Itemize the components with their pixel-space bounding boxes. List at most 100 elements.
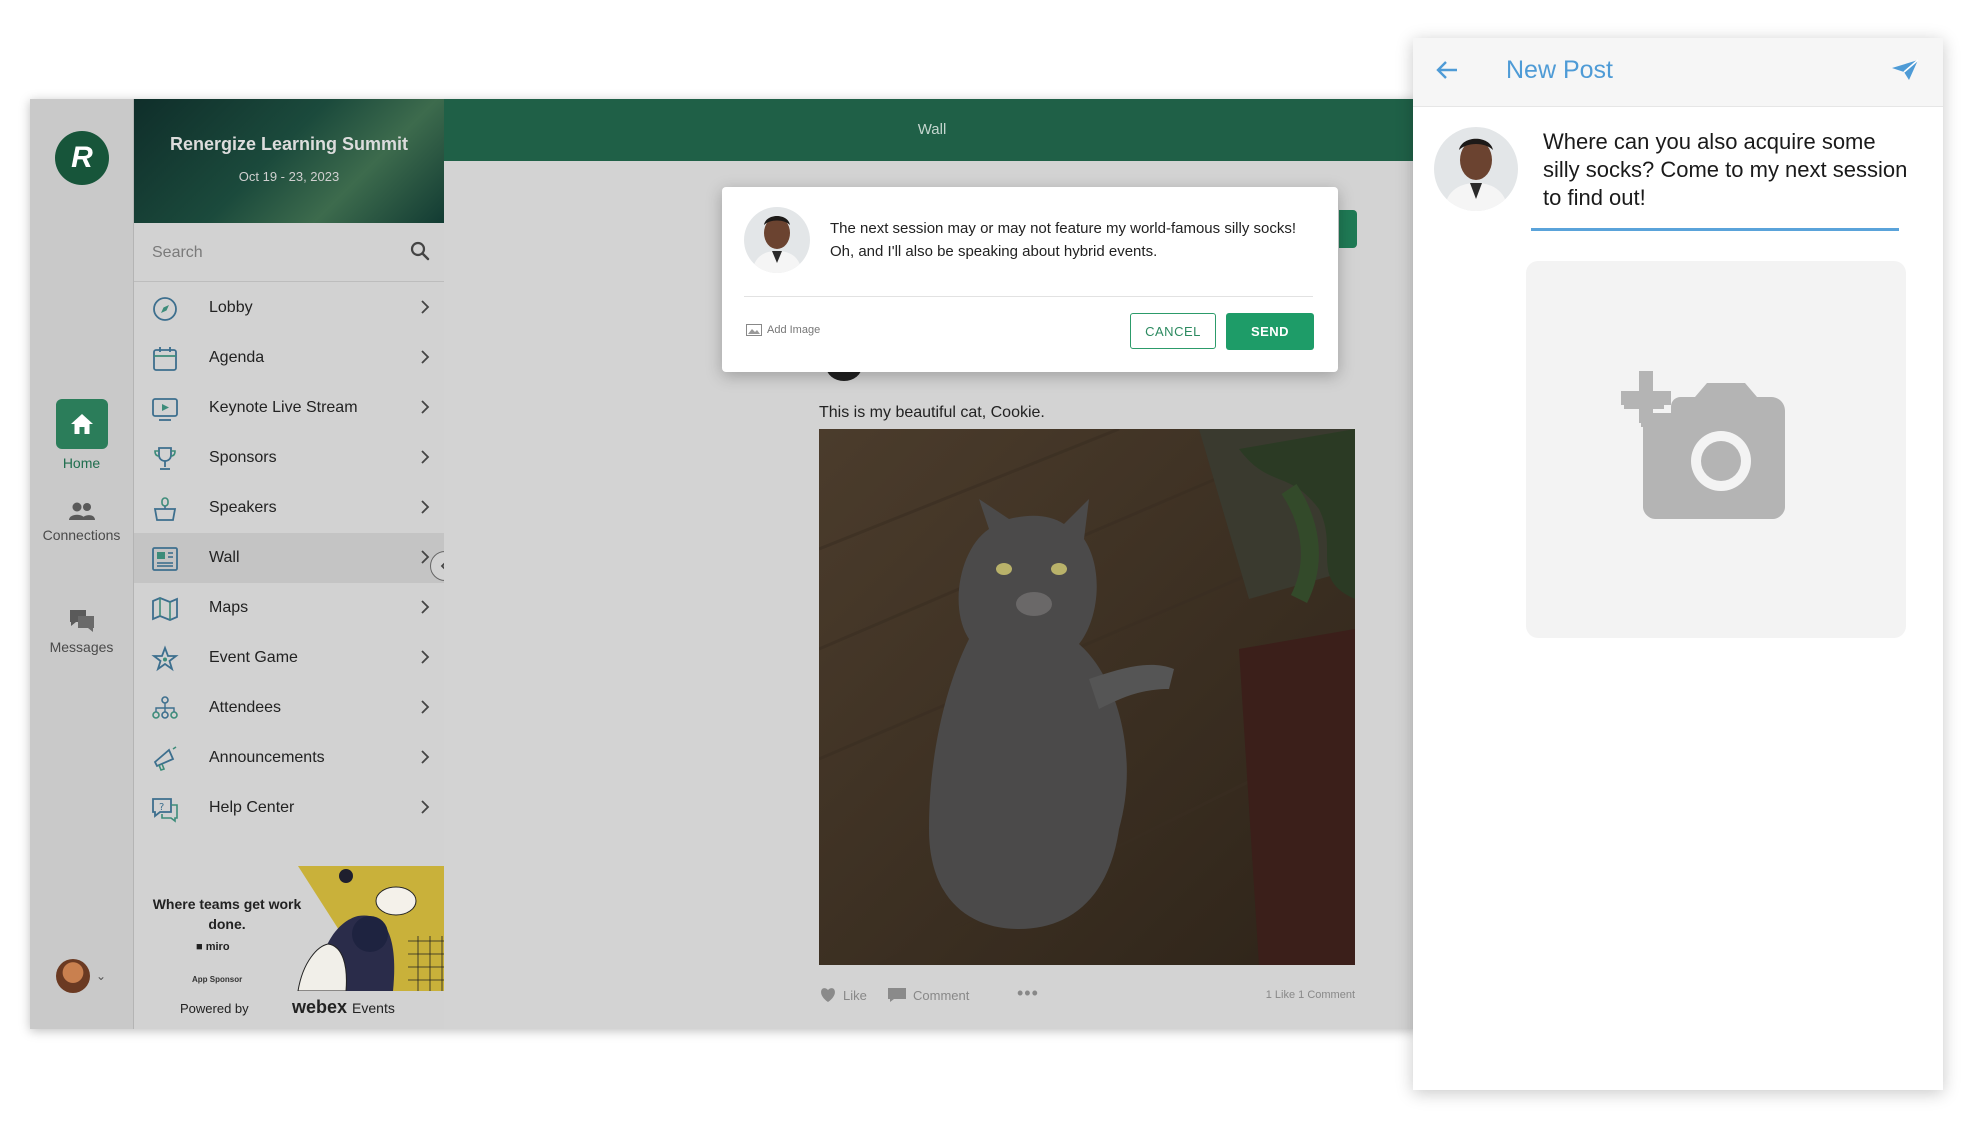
left-rail: R Home Connections Messages ⌄ (30, 99, 134, 1029)
chevron-right-icon (421, 800, 430, 814)
webex-brand: webex (292, 997, 348, 1017)
dialog-divider (744, 296, 1313, 297)
sidebar-item-agenda[interactable]: Agenda (134, 333, 444, 383)
sponsor-brand: ■ miro (196, 941, 230, 953)
sidebar-item-wall[interactable]: Wall (134, 533, 444, 583)
webex-logo: webex Events (292, 997, 395, 1018)
sidebar-item-label: Maps (209, 599, 249, 616)
user-avatar[interactable] (56, 959, 90, 993)
sidebar-item-keynote-live-stream[interactable]: Keynote Live Stream (134, 383, 444, 433)
chevron-down-icon[interactable]: ⌄ (96, 969, 106, 983)
sidebar-item-announcements[interactable]: Announcements (134, 733, 444, 783)
event-banner: Renergize Learning Summit Oct 19 - 23, 2… (134, 99, 444, 223)
rail-item-connections[interactable]: Connections (30, 501, 133, 543)
sponsor-banner[interactable]: Where teams get work done. ■ miro App Sp… (134, 864, 444, 1029)
sidebar-item-label: Sponsors (209, 449, 277, 466)
chevron-right-icon (421, 550, 430, 564)
desktop-app-window: R Home Connections Messages ⌄ Renergize … (30, 99, 1420, 1029)
post-button-edge (1339, 210, 1357, 248)
chevron-right-icon (421, 400, 430, 414)
sidebar-item-attendees[interactable]: Attendees (134, 683, 444, 733)
cancel-button[interactable]: CANCEL (1130, 313, 1216, 349)
sidebar-item-event-game[interactable]: Event Game (134, 633, 444, 683)
sidebar-item-label: Wall (209, 549, 240, 566)
calendar-icon (153, 347, 177, 371)
sidebar-item-label: Speakers (209, 499, 277, 516)
post-text-input[interactable]: Where can you also acquire some silly so… (1543, 128, 1913, 212)
author-avatar (1434, 127, 1518, 211)
rail-item-home[interactable]: Home (30, 399, 133, 471)
sidebar-item-label: Help Center (209, 799, 295, 816)
comment-button[interactable]: Comment (887, 987, 969, 1003)
sponsor-role: App Sponsor (192, 975, 243, 984)
rail-item-label: Home (62, 455, 101, 471)
sidebar-item-lobby[interactable]: Lobby (134, 283, 444, 333)
chevron-right-icon (421, 300, 430, 314)
podium-icon (153, 497, 177, 521)
powered-by-label: Powered by (180, 1001, 249, 1016)
svg-text:?: ? (159, 802, 164, 813)
chevron-right-icon (421, 600, 430, 614)
sidebar-item-speakers[interactable]: Speakers (134, 483, 444, 533)
newspaper-icon (152, 547, 178, 571)
image-icon (746, 324, 762, 336)
chat-bubbles-icon (69, 610, 94, 632)
sidebar-item-maps[interactable]: Maps (134, 583, 444, 633)
home-icon (55, 399, 108, 449)
send-plane-icon[interactable] (1891, 58, 1919, 82)
org-chart-icon (152, 696, 178, 719)
search-icon[interactable] (410, 241, 430, 261)
sidebar-item-label: Keynote Live Stream (209, 399, 358, 416)
add-photo-area[interactable] (1526, 261, 1906, 638)
mobile-title: New Post (1506, 56, 1613, 84)
mobile-header: New Post (1413, 38, 1943, 107)
sponsor-brand-name: miro (205, 941, 230, 953)
like-button[interactable]: Like (819, 987, 867, 1003)
chevron-right-icon (421, 700, 430, 714)
event-logo[interactable]: R (55, 131, 109, 185)
post-stats[interactable]: 1 Like 1 Comment (1266, 989, 1355, 1001)
back-arrow-icon[interactable] (1435, 58, 1459, 82)
post-image[interactable] (819, 429, 1355, 965)
comment-icon (888, 988, 906, 1002)
dialog-message[interactable]: The next session may or may not feature … (830, 217, 1310, 263)
star-icon (151, 645, 179, 672)
heart-icon (821, 988, 835, 1002)
chevron-right-icon (421, 500, 430, 514)
text-input-underline (1531, 228, 1899, 231)
sidebar-item-label: Event Game (209, 649, 298, 666)
rail-item-messages[interactable]: Messages (30, 607, 133, 655)
post-actions: Like Comment ••• 1 Like 1 Comment (819, 983, 1355, 1009)
post-caption: This is my beautiful cat, Cookie. (819, 404, 1045, 421)
megaphone-icon (153, 746, 177, 771)
rail-item-label: Messages (49, 639, 114, 655)
sponsor-illustration (297, 866, 444, 991)
like-label: Like (843, 987, 867, 1003)
add-photo-icon (1621, 371, 1785, 519)
webex-brand-suffix: Events (352, 1000, 395, 1016)
video-screen-icon (152, 398, 178, 421)
compass-icon (153, 297, 177, 321)
sidebar-item-sponsors[interactable]: Sponsors (134, 433, 444, 483)
map-icon (152, 597, 178, 621)
chevron-right-icon (421, 650, 430, 664)
search-bar (134, 223, 444, 282)
sidebar-item-label: Lobby (209, 299, 253, 316)
sidebar-nav: Lobby Agenda Keynote Live Stream Sponsor… (134, 283, 444, 833)
sidebar-item-label: Attendees (209, 699, 282, 716)
help-chat-icon: ? (152, 798, 178, 823)
comment-label: Comment (913, 987, 970, 1003)
more-options-icon[interactable]: ••• (1017, 983, 1039, 1004)
trophy-icon (154, 447, 176, 470)
page-title: Wall (917, 121, 947, 138)
sidebar-item-label: Agenda (209, 349, 265, 366)
cat-photo-illustration (819, 429, 1355, 965)
add-image-button[interactable]: Add Image (746, 324, 820, 336)
author-avatar (744, 207, 810, 273)
sidebar-item-help-center[interactable]: ? Help Center (134, 783, 444, 833)
sidebar-item-label: Announcements (209, 749, 325, 766)
event-title: Renergize Learning Summit (169, 134, 409, 154)
event-sidebar: Renergize Learning Summit Oct 19 - 23, 2… (134, 99, 445, 1029)
send-button[interactable]: SEND (1226, 313, 1314, 350)
search-input[interactable] (150, 237, 394, 269)
